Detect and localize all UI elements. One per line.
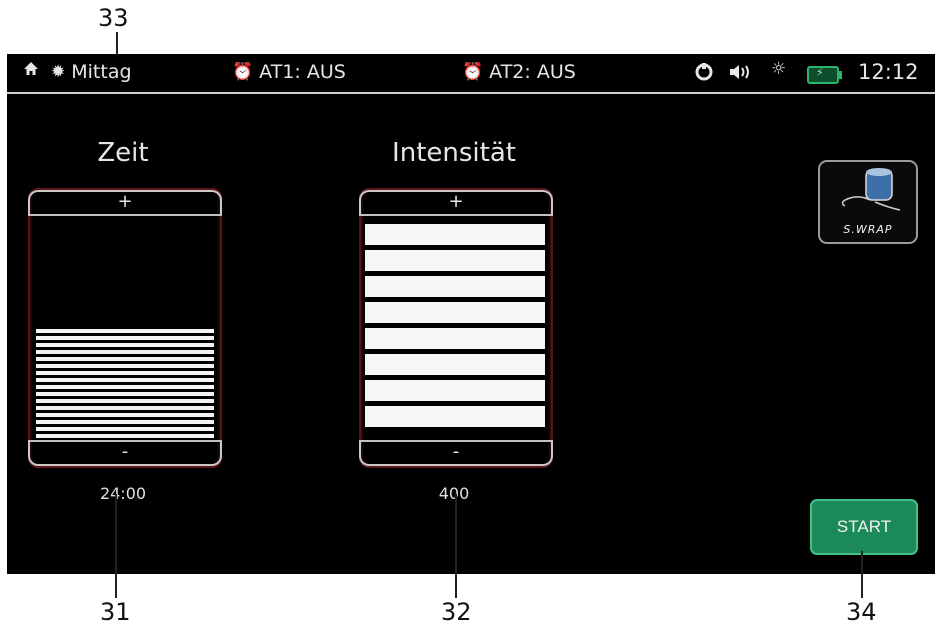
start-label: START [836,517,892,536]
time-level-bar [36,357,214,361]
callout-32-leader [455,494,457,598]
callout-31-leader [115,494,117,598]
time-level-bars [36,326,214,438]
intensity-level-bar [365,328,545,349]
time-level-bar [36,392,214,396]
callout-32: 32 [441,598,472,626]
time-value: 24:00 [99,484,147,503]
home-button[interactable] [23,61,39,80]
status-bar: ✹ Mittag ⏰ AT1: AUS ⏰ AT2: AUS ☼ ⚡ 12:12 [7,54,935,94]
time-level-bar [36,329,214,333]
callout-31: 31 [100,598,131,626]
alarm-1-label: AT1: AUS [259,61,346,83]
device-label: S.WRAP [843,223,893,236]
time-level-bar [36,406,214,410]
time-level-bar [36,364,214,368]
time-level-bar [36,371,214,375]
intensity-slider[interactable]: + - [359,188,553,468]
time-title: Zeit [97,138,149,168]
time-level-bar [36,378,214,382]
wrap-device-icon [841,168,901,211]
callout-33: 33 [98,4,129,32]
time-label: 12:12 [858,60,919,84]
speaker-icon[interactable] [729,63,755,81]
intensity-level-bar [365,354,545,375]
alarm-2-label: AT2: AUS [489,61,576,83]
time-decrease-button[interactable]: - [28,440,222,466]
intensity-value: 400 [438,484,470,503]
time-level-bar [36,385,214,389]
intensity-level-bars [365,224,545,432]
intensity-title: Intensität [392,138,516,168]
device-screen: ✹ Mittag ⏰ AT1: AUS ⏰ AT2: AUS ☼ ⚡ 12:12… [7,54,935,574]
device-select-button[interactable]: S.WRAP [818,160,918,244]
time-increase-button[interactable]: + [28,190,222,216]
sun-icon: ✹ [51,61,66,82]
clock-time: 12:12 [858,60,919,84]
time-slider[interactable]: + - [28,188,222,468]
intensity-increase-button[interactable]: + [359,190,553,216]
mode-indicator[interactable]: ✹ Mittag [51,61,132,83]
home-icon [23,61,39,80]
intensity-level-bar [365,224,545,245]
alarm-clock-icon: ⏰ [232,61,254,82]
time-level-bar [36,343,214,347]
time-level-bar [36,413,214,417]
intensity-level-bar [365,250,545,271]
power-plug-icon [695,63,713,81]
time-level-bar [36,399,214,403]
brightness-icon[interactable]: ☼ [771,61,786,78]
alarm-2[interactable]: ⏰ AT2: AUS [462,61,576,83]
intensity-decrease-button[interactable]: - [359,440,553,466]
time-level-bar [36,427,214,431]
time-level-bar [36,420,214,424]
time-level-bar [36,434,214,438]
callout-34-leader [861,551,863,598]
alarm-clock-icon: ⏰ [462,61,484,82]
alarm-1[interactable]: ⏰ AT1: AUS [232,61,346,83]
time-level-bar [36,336,214,340]
start-button[interactable]: START [810,499,918,555]
intensity-level-bar [365,302,545,323]
mode-label: Mittag [71,61,132,83]
callout-34: 34 [846,598,877,626]
intensity-level-bar [365,380,545,401]
intensity-level-bar [365,406,545,427]
time-level-bar [36,350,214,354]
intensity-level-bar [365,276,545,297]
battery-icon: ⚡ [807,65,842,84]
